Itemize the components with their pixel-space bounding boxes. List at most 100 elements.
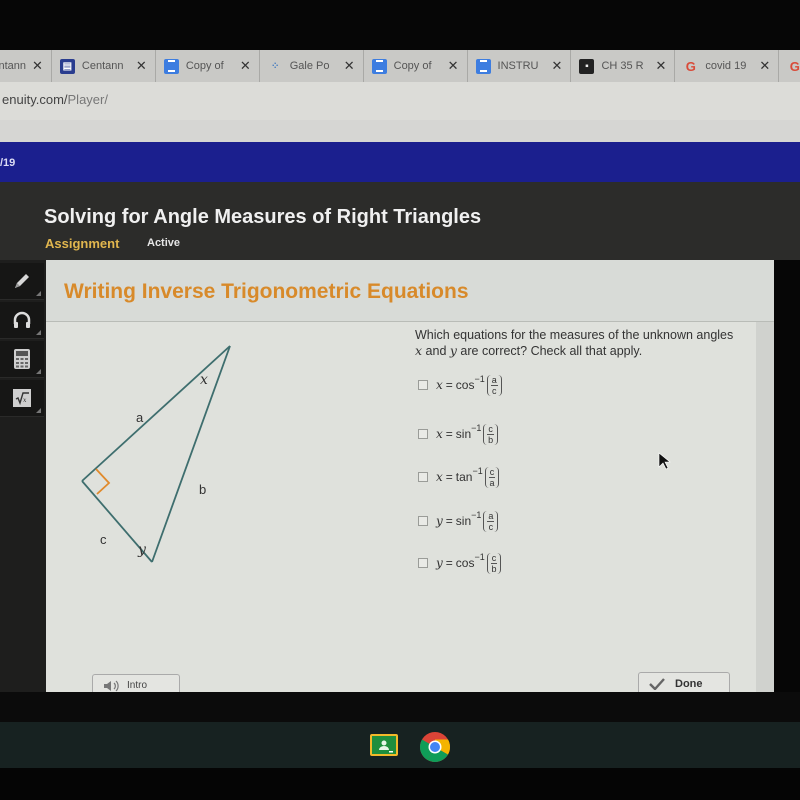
option-checkbox[interactable] — [418, 380, 428, 390]
answer-option[interactable]: x = tan −1 ca — [418, 462, 500, 492]
option-checkbox[interactable] — [418, 516, 428, 526]
done-label: Done — [675, 677, 703, 690]
chrome-app-button[interactable] — [419, 731, 451, 763]
chrome-icon — [419, 732, 451, 763]
calculator-icon — [14, 349, 30, 369]
pencil-icon — [15, 274, 29, 288]
done-button[interactable]: Done — [638, 672, 730, 694]
eq-numerator: a — [490, 374, 498, 386]
eq-fraction: ca — [484, 466, 500, 488]
option-checkbox[interactable] — [418, 558, 428, 568]
lesson-title: Solving for Angle Measures of Right Tria… — [44, 206, 482, 228]
audio-tool-button[interactable] — [0, 302, 44, 339]
formula-icon: x — [13, 389, 31, 407]
scroll-gutter — [756, 322, 774, 692]
eq-equals: = — [445, 427, 453, 441]
eq-fraction: cb — [483, 423, 498, 445]
browser-tab[interactable]: Copy of ✕ — [156, 50, 260, 82]
address-bar[interactable]: enuity.com/Player/ — [0, 82, 800, 120]
side-b-line — [151, 345, 231, 563]
centanni-icon: ▤ — [59, 58, 75, 74]
eq-variable: x — [436, 427, 443, 441]
answer-option[interactable]: y = sin −1 ac — [418, 506, 499, 536]
eq-function: cos — [455, 556, 475, 570]
eq-exponent: −1 — [474, 374, 485, 384]
lesson-header: Solving for Angle Measures of Right Tria… — [0, 182, 800, 260]
screen-bezel — [0, 692, 800, 722]
eq-fraction: ac — [483, 510, 499, 532]
answer-option[interactable]: x = cos −1 ac — [418, 370, 502, 400]
browser-tab[interactable]: G covid 19 ✕ — [675, 50, 780, 82]
option-checkbox[interactable] — [418, 472, 428, 482]
classroom-icon: ▪ — [579, 58, 595, 74]
option-equation: x = sin −1 cb — [436, 423, 498, 445]
close-icon[interactable]: ✕ — [344, 58, 355, 74]
close-icon[interactable]: ✕ — [759, 58, 770, 74]
browser-tab[interactable]: ▤ Centann ✕ — [52, 50, 156, 82]
eq-equals: = — [445, 378, 453, 392]
formula-tool-button[interactable]: x — [0, 380, 44, 417]
side-b-label: b — [199, 482, 206, 497]
screen: Centann ✕ ▤ Centann ✕ Copy of ✕ ⁘ Gale P… — [0, 0, 800, 800]
speaker-icon — [104, 680, 119, 691]
eq-variable: y — [436, 556, 443, 570]
eq-exponent: −1 — [474, 552, 485, 562]
side-c-label: c — [100, 532, 107, 547]
eq-denominator: a — [489, 477, 495, 488]
question-text: Which equations for the measures of the … — [415, 328, 735, 359]
edgenuity-top-bar: /19 — [0, 142, 800, 182]
browser-tab[interactable]: INSTRU ✕ — [468, 50, 572, 82]
browser-tab[interactable]: ⁘ Gale Po ✕ — [260, 50, 364, 82]
url-path: Player/ — [67, 92, 108, 107]
close-icon[interactable]: ✕ — [240, 58, 251, 74]
answer-option[interactable]: x = sin −1 cb — [418, 419, 498, 449]
eq-fraction: ac — [486, 374, 502, 396]
var-y: y — [449, 343, 457, 358]
question-part1: Which equations for the measures of the … — [415, 328, 734, 342]
activity-header: Writing Inverse Trigonometric Equations — [46, 260, 774, 322]
option-equation: x = cos −1 ac — [436, 374, 502, 396]
close-icon[interactable]: ✕ — [655, 58, 666, 74]
tab-label: Centann — [0, 60, 26, 72]
eq-exponent: −1 — [471, 510, 482, 520]
browser-tab[interactable]: G Google ✕ — [779, 50, 800, 82]
pencil-tool-button[interactable] — [0, 263, 44, 300]
browser-tab[interactable]: Copy of ✕ — [364, 50, 468, 82]
eq-numerator: c — [490, 552, 498, 564]
eq-equals: = — [445, 556, 453, 570]
eq-numerator: a — [487, 510, 495, 522]
calculator-tool-button[interactable] — [0, 341, 44, 378]
side-a-label: a — [136, 410, 144, 425]
eq-fraction: cb — [486, 552, 502, 574]
browser-tab[interactable]: Centann ✕ — [0, 50, 52, 82]
date-fragment: /19 — [0, 157, 16, 169]
url-host: enuity.com/ — [2, 92, 68, 107]
eq-function: sin — [455, 514, 472, 528]
eq-denominator: b — [491, 563, 497, 574]
eq-function: tan — [455, 470, 473, 484]
lesson-status-label: Active — [147, 237, 181, 249]
tab-label: covid 19 — [705, 60, 747, 72]
question-part2: are correct? Check all that apply. — [456, 344, 643, 358]
option-checkbox[interactable] — [418, 429, 428, 439]
eq-equals: = — [445, 470, 453, 484]
close-icon[interactable]: ✕ — [32, 58, 43, 74]
google-icon: G — [789, 58, 800, 74]
close-icon[interactable]: ✕ — [552, 58, 563, 74]
gale-icon: ⁘ — [271, 60, 280, 72]
close-icon[interactable]: ✕ — [136, 58, 147, 74]
page-top-area — [0, 120, 800, 142]
option-equation: y = cos −1 cb — [436, 552, 502, 574]
eq-exponent: −1 — [471, 423, 482, 433]
checkmark-icon — [649, 677, 665, 690]
answer-option[interactable]: y = cos −1 cb — [418, 548, 502, 578]
docs-icon — [371, 58, 387, 74]
eq-function: cos — [455, 378, 475, 392]
close-icon[interactable]: ✕ — [448, 58, 459, 74]
classroom-app-button[interactable] — [369, 731, 399, 761]
eq-variable: y — [436, 514, 443, 528]
eq-numerator: c — [487, 423, 494, 435]
browser-tab[interactable]: ▪ CH 35 R ✕ — [571, 50, 676, 82]
eq-denominator: b — [488, 434, 494, 445]
url-text[interactable]: enuity.com/Player/ — [2, 92, 108, 107]
